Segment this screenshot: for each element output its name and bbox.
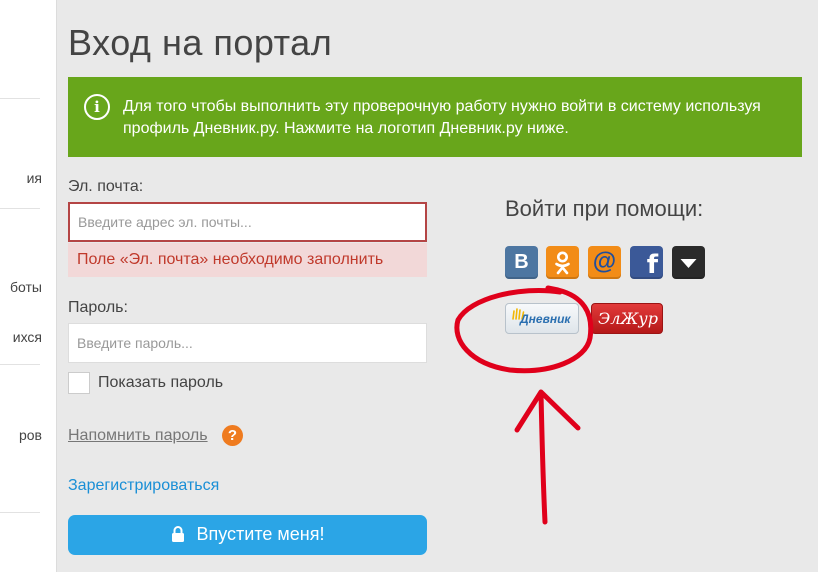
password-label: Пароль:	[68, 299, 128, 316]
eljur-login-button[interactable]: ЭлЖур	[591, 303, 663, 334]
show-password-label[interactable]: Показать пароль	[98, 374, 223, 392]
remind-password-link[interactable]: Напомнить пароль	[68, 427, 208, 445]
vk-icon[interactable]: В	[505, 246, 538, 279]
sidebar-divider	[0, 364, 40, 365]
login-button[interactable]: Впустите меня!	[68, 515, 427, 555]
more-dropdown-icon[interactable]	[672, 246, 705, 279]
email-error-message: Поле «Эл. почта» необходимо заполнить	[68, 243, 427, 277]
sidebar-item-fragment[interactable]: боты	[10, 279, 42, 295]
dnevnik-label: Дневник	[520, 312, 571, 326]
page-title: Вход на портал	[68, 22, 333, 63]
eljur-label: ЭлЖур	[598, 309, 658, 328]
sidebar-divider	[0, 512, 40, 513]
facebook-icon[interactable]: f	[630, 246, 663, 280]
mailru-icon[interactable]: @	[588, 246, 621, 279]
info-icon: i	[84, 94, 110, 120]
social-login-title: Войти при помощи:	[505, 196, 704, 221]
lock-icon	[171, 525, 185, 547]
notice-text: Для того чтобы выполнить эту проверочную…	[123, 98, 761, 137]
sidebar-divider	[0, 208, 40, 209]
sidebar-divider	[0, 98, 40, 99]
info-notice: i Для того чтобы выполнить эту проверочн…	[68, 77, 802, 157]
dnevnik-login-button[interactable]: Дневник	[505, 303, 579, 334]
password-input[interactable]	[68, 323, 427, 363]
register-link[interactable]: Зарегистрироваться	[68, 477, 219, 495]
email-input[interactable]	[68, 202, 427, 242]
login-button-label: Впустите меня!	[196, 523, 325, 544]
left-sidebar: ия боты ихся ров	[0, 0, 57, 572]
email-label: Эл. почта:	[68, 178, 144, 195]
show-password-checkbox[interactable]	[68, 372, 90, 394]
sidebar-item-fragment[interactable]: ия	[27, 170, 42, 186]
odnoklassniki-icon[interactable]	[546, 246, 579, 279]
sidebar-item-fragment[interactable]: ров	[19, 427, 42, 443]
help-icon[interactable]: ?	[222, 425, 243, 446]
login-panel: Вход на портал i Для того чтобы выполнит…	[68, 0, 802, 572]
sidebar-item-fragment[interactable]: ихся	[13, 329, 42, 345]
